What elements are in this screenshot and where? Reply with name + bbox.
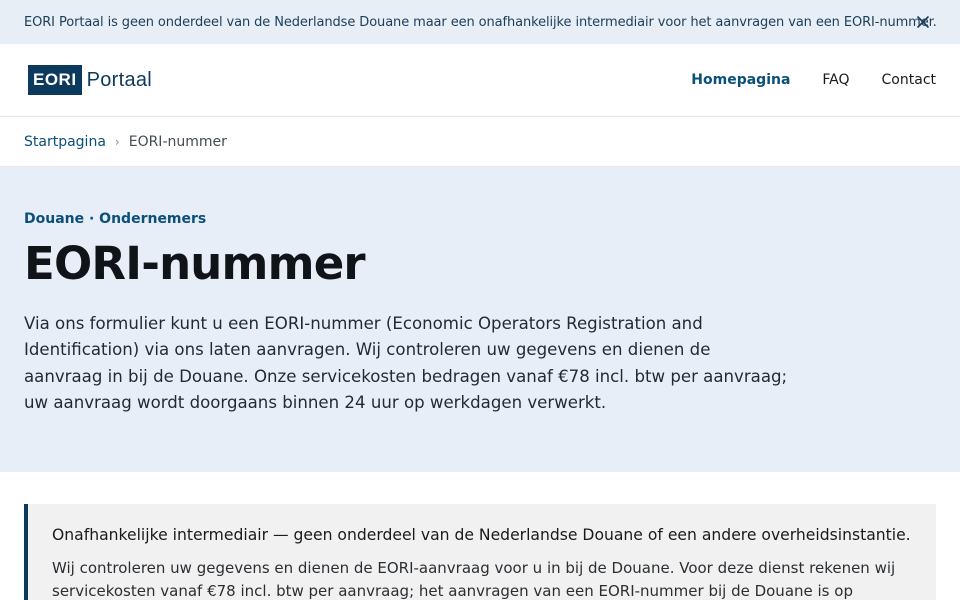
nav-faq[interactable]: FAQ: [822, 72, 849, 88]
hero-eyebrow: Douane · Ondernemers: [24, 211, 207, 227]
disclaimer-banner: EORI Portaal is geen onderdeel van de Ne…: [0, 0, 960, 44]
hero-section: Douane · Ondernemers EORI-nummer Via ons…: [0, 167, 960, 472]
notice-body: Wij controleren uw gegevens en dienen de…: [52, 559, 896, 600]
logo-wordmark: Portaal: [86, 68, 153, 91]
notice-title: Onafhankelijke intermediair — geen onder…: [52, 526, 911, 544]
logo-mark: EORI: [28, 65, 82, 95]
page-title: EORI-nummer: [24, 237, 366, 290]
close-icon-glyph: [917, 16, 929, 28]
chevron-right-icon: ›: [114, 134, 120, 149]
hero-intro: Via ons formulier kunt u een EORI-nummer…: [24, 313, 788, 413]
site-header: EORI Portaal Homepagina FAQ Contact: [0, 44, 960, 117]
breadcrumb: Startpagina › EORI-nummer: [0, 117, 960, 167]
site-logo[interactable]: EORI Portaal: [28, 65, 152, 95]
main-nav: Homepagina FAQ Contact: [659, 72, 936, 88]
breadcrumb-current: EORI-nummer: [128, 133, 227, 150]
close-icon[interactable]: [914, 13, 932, 31]
nav-homepagina[interactable]: Homepagina: [691, 72, 790, 88]
intermediary-notice: Onafhankelijke intermediair — geen onder…: [24, 504, 936, 600]
breadcrumb-home-link[interactable]: Startpagina: [24, 134, 106, 150]
banner-text: EORI Portaal is geen onderdeel van de Ne…: [24, 14, 937, 30]
nav-contact[interactable]: Contact: [882, 72, 936, 88]
